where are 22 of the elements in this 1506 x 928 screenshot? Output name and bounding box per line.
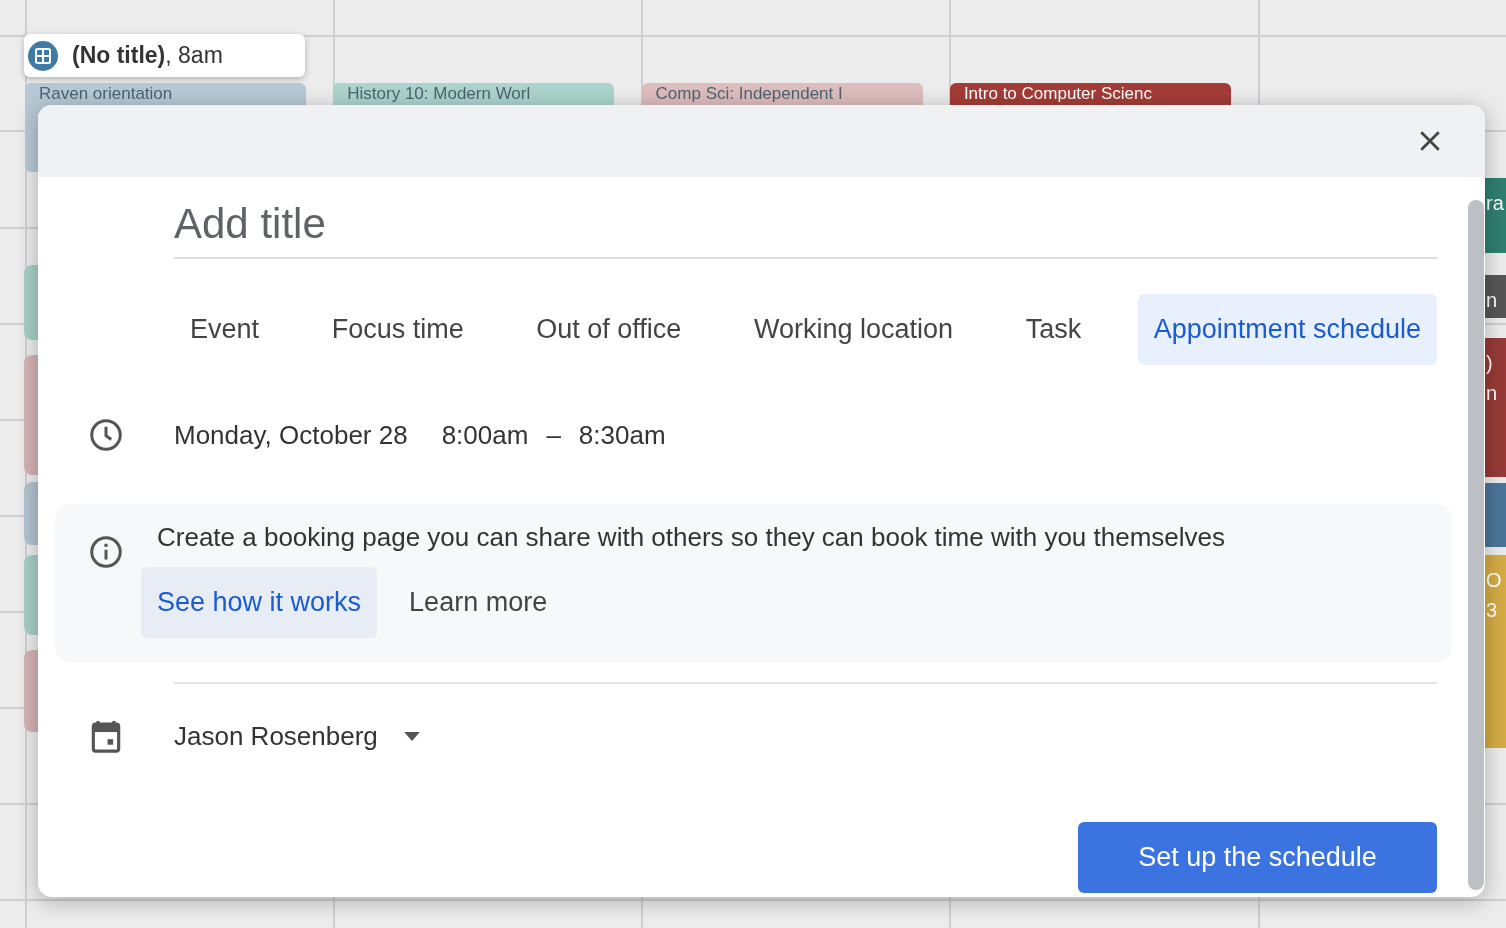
see-how-button[interactable]: See how it works: [141, 567, 378, 638]
tab[interactable]: Out of office: [520, 294, 698, 365]
info-text: Create a booking page you can share with others so they can book time with you themselves: [157, 522, 1227, 553]
caret-icon: [403, 731, 420, 741]
tab[interactable]: Event: [174, 294, 276, 365]
calendar-dropdown[interactable]: Jason Rosenberg: [174, 720, 420, 752]
learn-more-button[interactable]: Learn more: [393, 567, 564, 638]
setup-button[interactable]: Set up the schedule: [1078, 822, 1437, 893]
tab[interactable]: Task: [1009, 294, 1098, 365]
end-time[interactable]: 8:30am: [578, 419, 666, 451]
date-text[interactable]: Monday, October 28: [174, 419, 408, 451]
tab[interactable]: Working location: [737, 294, 970, 365]
new-event-chip[interactable]: (No title), 8am: [24, 34, 305, 77]
grid-icon: [28, 40, 58, 71]
time-separator: –: [546, 419, 561, 451]
scrollbar[interactable]: [1468, 200, 1484, 890]
event-label: (No title), 8am: [72, 42, 223, 69]
tab[interactable]: Appointment schedule: [1137, 294, 1437, 365]
info-icon: [88, 534, 124, 570]
clock-icon: [88, 417, 124, 453]
start-time[interactable]: 8:00am: [441, 419, 529, 451]
tab[interactable]: Focus time: [315, 294, 480, 365]
